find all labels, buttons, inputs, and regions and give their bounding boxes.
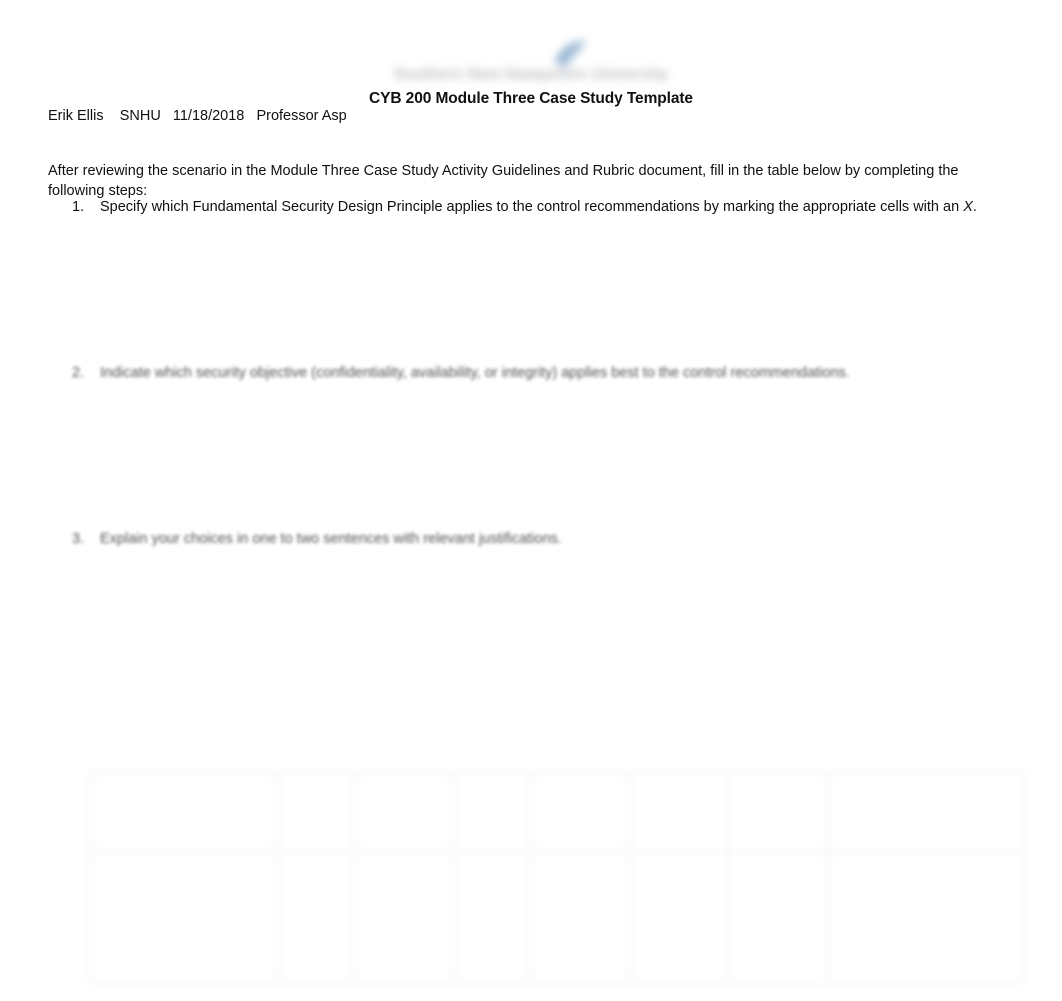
snhu-logo: Southern New Hampshire University <box>378 34 684 86</box>
step-emphasis: X <box>963 199 973 215</box>
intro-paragraph: After reviewing the scenario in the Modu… <box>48 163 959 199</box>
step-text: Explain your choices in one to two sente… <box>100 531 562 547</box>
table-row <box>90 851 1023 983</box>
table-cell <box>90 851 278 983</box>
step-text-after: . <box>972 199 977 215</box>
letterhead: Southern New Hampshire University <box>0 30 1062 90</box>
table-cell <box>728 851 828 983</box>
page-title: CYB 200 Module Three Case Study Template <box>369 90 693 107</box>
table-row <box>90 772 1023 852</box>
table-cell <box>354 772 454 852</box>
table-cell <box>728 772 828 852</box>
table-cell <box>90 772 278 852</box>
table-cell <box>277 851 355 983</box>
table-cell <box>629 851 729 983</box>
step-item-3: 3. Explain your choices in one to two se… <box>72 529 992 549</box>
step-item-1: 1. Specify which Fundamental Security De… <box>72 197 992 217</box>
table-cell <box>827 851 1023 983</box>
table-cell <box>354 851 454 983</box>
step-number: 1. <box>72 199 85 215</box>
step-text-before: Specify which Fundamental Security Desig… <box>100 199 964 215</box>
step-number: 3. <box>72 531 85 547</box>
snhu-swoosh-icon <box>554 40 588 68</box>
design-principle-table <box>90 772 1023 983</box>
step-text: Indicate which security objective (confi… <box>100 365 850 381</box>
table-cell <box>530 772 630 852</box>
table-cell <box>453 851 531 983</box>
step-text: Specify which Fundamental Security Desig… <box>100 197 992 217</box>
table-cell <box>530 851 630 983</box>
snhu-wordmark: Southern New Hampshire University <box>393 66 669 83</box>
step-item-2: 2. Indicate which security objective (co… <box>72 363 992 383</box>
table-cell <box>277 772 355 852</box>
step-number: 2. <box>72 365 85 381</box>
byline: Erik Ellis SNHU 11/18/2018 Professor Asp <box>48 108 347 124</box>
table-cell <box>629 772 729 852</box>
table-cell <box>827 772 1023 852</box>
table-cell <box>453 772 531 852</box>
